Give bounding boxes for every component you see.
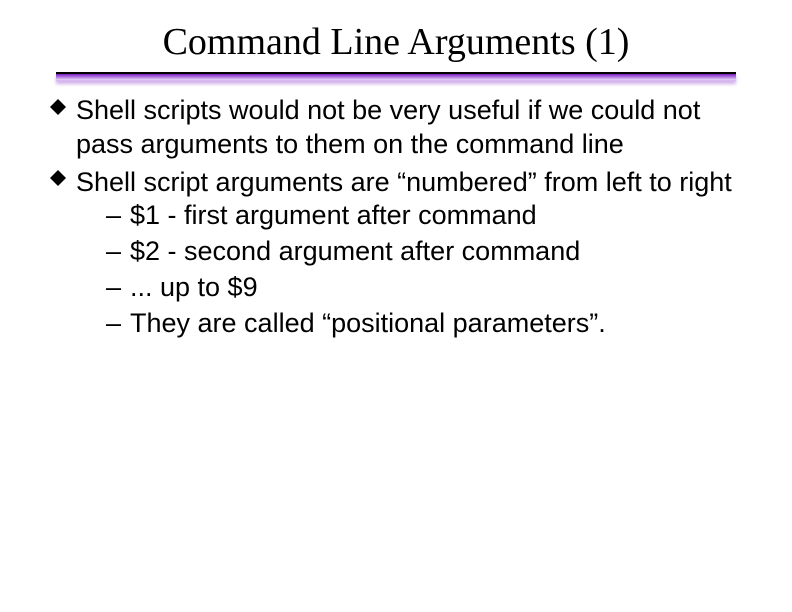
sub-bullet-text: $2 - second argument after command [130,236,580,266]
bullet-list: Shell scripts would not be very useful i… [50,94,742,340]
dash-bullet-icon: – [106,307,121,341]
dash-bullet-icon: – [106,199,121,233]
bullet-text: Shell script arguments are “numbered” fr… [76,167,732,197]
list-item: – $2 - second argument after command [106,235,742,269]
dash-bullet-icon: – [106,235,121,269]
list-item: – ... up to $9 [106,271,742,305]
title-underline [56,72,736,80]
sub-bullet-text: $1 - first argument after command [130,200,537,230]
list-item: – $1 - first argument after command [106,199,742,233]
list-item: – They are called “positional parameters… [106,307,742,341]
list-item: Shell script arguments are “numbered” fr… [50,166,742,341]
diamond-bullet-icon [50,170,66,186]
bullet-text: Shell scripts would not be very useful i… [76,95,700,159]
sub-bullet-text: They are called “positional parameters”. [130,308,606,338]
page-title: Command Line Arguments (1) [0,0,792,72]
list-item: Shell scripts would not be very useful i… [50,94,742,162]
dash-bullet-icon: – [106,271,121,305]
diamond-bullet-icon [50,99,66,115]
slide: Command Line Arguments (1) Shell scripts… [0,0,792,612]
content-area: Shell scripts would not be very useful i… [0,80,792,340]
sub-bullet-text: ... up to $9 [130,272,258,302]
sub-bullet-list: – $1 - first argument after command – $2… [76,199,742,340]
